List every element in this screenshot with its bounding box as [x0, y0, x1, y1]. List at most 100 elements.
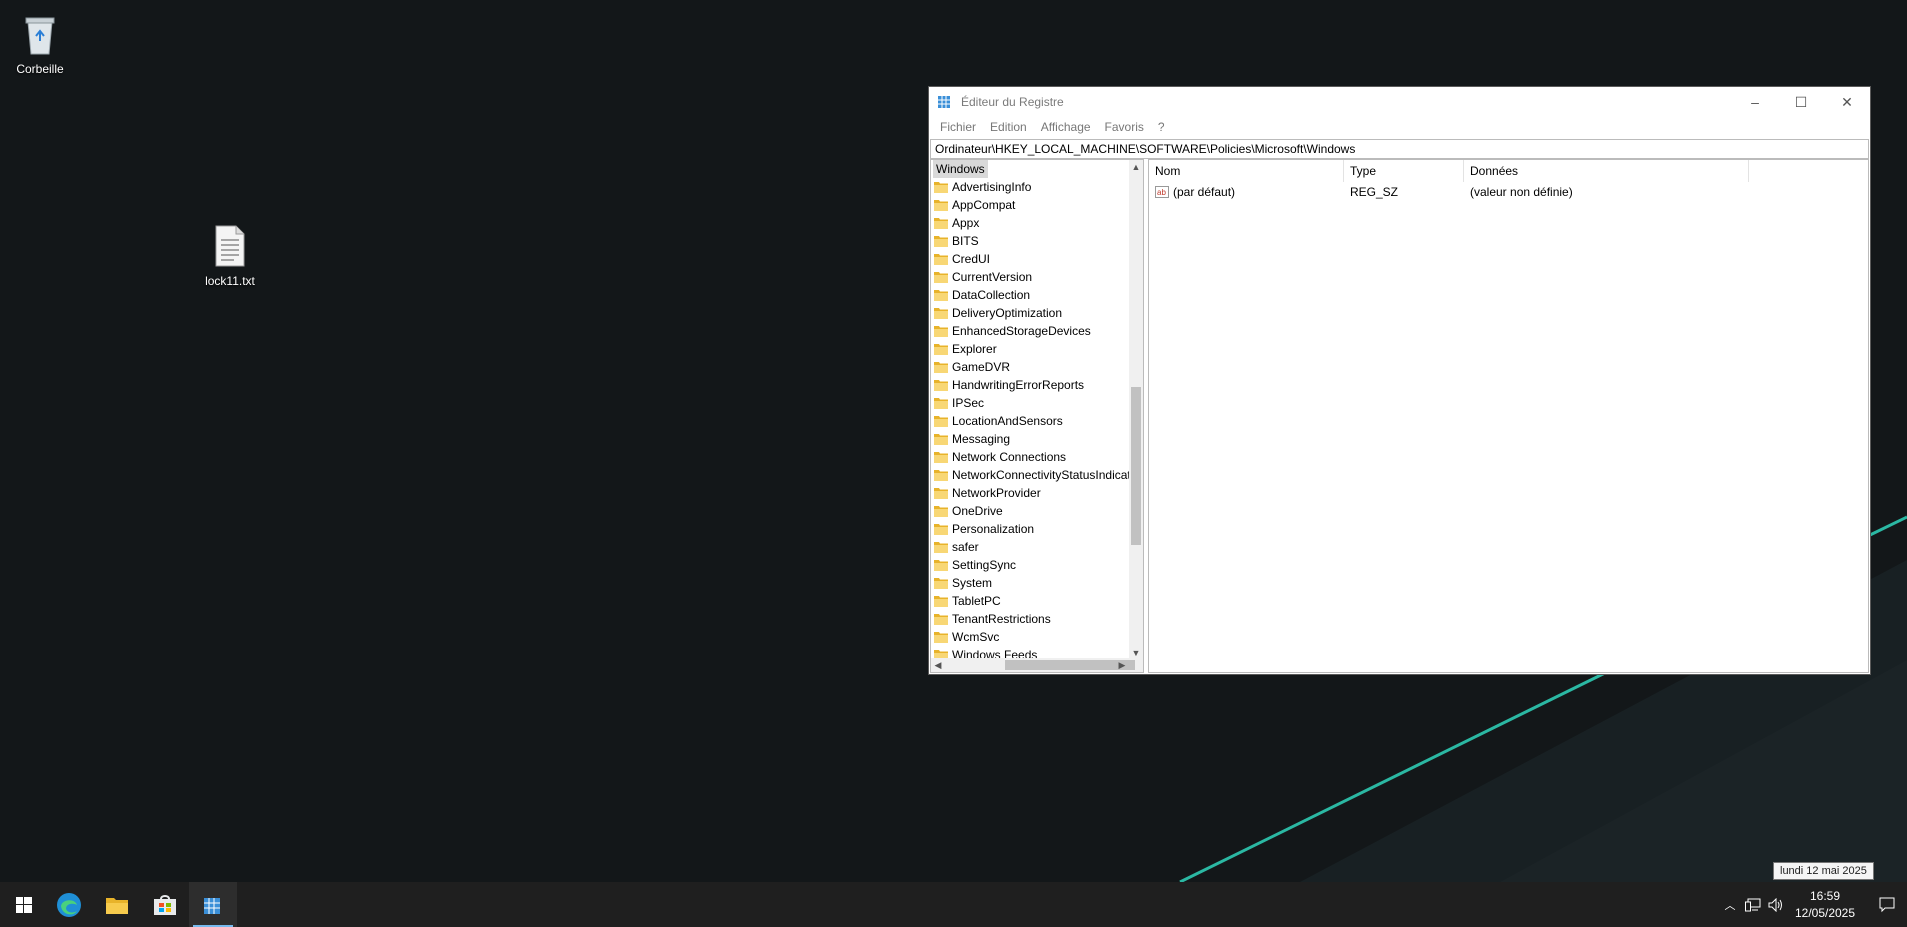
file-explorer-button[interactable]: [93, 882, 141, 927]
minimize-button[interactable]: –: [1732, 87, 1778, 117]
panes: Windows AdvertisingInfo AppCompat Appx BITS…: [930, 159, 1869, 673]
column-header-data[interactable]: Données: [1464, 160, 1749, 182]
menu-fichier[interactable]: Fichier: [933, 120, 983, 134]
tree-item[interactable]: IPSec: [931, 394, 1129, 412]
menu-edition[interactable]: Edition: [983, 120, 1034, 134]
key-tree: Windows AdvertisingInfo AppCompat Appx BITS…: [930, 159, 1144, 673]
tree-item[interactable]: Personalization: [931, 520, 1129, 538]
desktop-icon-recycle-bin[interactable]: Corbeille: [0, 10, 80, 76]
tree-item-label: TabletPC: [952, 594, 1001, 608]
tree-item[interactable]: Messaging: [931, 430, 1129, 448]
store-button[interactable]: [141, 882, 189, 927]
notifications-button[interactable]: [1867, 882, 1907, 927]
show-hidden-icons-button[interactable]: ︿: [1719, 882, 1741, 927]
string-value-icon: ab: [1155, 186, 1169, 198]
tree-items: AdvertisingInfo AppCompat Appx BITS CredUI Cu…: [931, 178, 1129, 660]
tree-item[interactable]: Explorer: [931, 340, 1129, 358]
tree-item[interactable]: CurrentVersion: [931, 268, 1129, 286]
tree-item[interactable]: WcmSvc: [931, 628, 1129, 646]
folder-icon: [934, 560, 948, 571]
tree-item-label: EnhancedStorageDevices: [952, 324, 1091, 338]
scroll-left-icon[interactable]: ◀: [931, 658, 945, 672]
tree-item[interactable]: Network Connections: [931, 448, 1129, 466]
tree-item[interactable]: AdvertisingInfo: [931, 178, 1129, 196]
start-icon: [16, 896, 32, 913]
tree-item[interactable]: TenantRestrictions: [931, 610, 1129, 628]
regedit-icon: [938, 96, 950, 108]
notification-icon: [1879, 897, 1895, 912]
folder-icon: [934, 308, 948, 319]
tree-item-label: DeliveryOptimization: [952, 306, 1063, 320]
tree-item[interactable]: System: [931, 574, 1129, 592]
tree-item-label: Messaging: [952, 432, 1011, 446]
tree-item-label: NetworkProvider: [952, 486, 1041, 500]
tree-item[interactable]: CredUI: [931, 250, 1129, 268]
scroll-thumb[interactable]: [1131, 387, 1141, 545]
menu-help[interactable]: ?: [1151, 120, 1172, 134]
regedit-taskbar-button[interactable]: [189, 882, 237, 927]
tree-item[interactable]: EnhancedStorageDevices: [931, 322, 1129, 340]
tree-item[interactable]: LocationAndSensors: [931, 412, 1129, 430]
edge-button[interactable]: [45, 882, 93, 927]
scroll-right-icon[interactable]: ▶: [1115, 658, 1129, 672]
close-button[interactable]: ✕: [1824, 87, 1870, 117]
tree-root-windows[interactable]: Windows: [933, 160, 988, 178]
network-tray-button[interactable]: [1741, 882, 1765, 927]
menu-affichage[interactable]: Affichage: [1034, 120, 1098, 134]
tree-item[interactable]: GameDVR: [931, 358, 1129, 376]
tree-item[interactable]: DeliveryOptimization: [931, 304, 1129, 322]
clock-date: 12/05/2025: [1794, 905, 1856, 920]
menu-favoris[interactable]: Favoris: [1098, 120, 1151, 134]
start-button[interactable]: [0, 882, 48, 927]
tree-vertical-scrollbar[interactable]: ▲ ▼: [1129, 160, 1143, 660]
tree-item-label: NetworkConnectivityStatusIndicator: [952, 468, 1129, 482]
folder-icon: [934, 452, 948, 463]
tree-item-label: HandwritingErrorReports: [952, 378, 1085, 392]
folder-icon: [934, 254, 948, 265]
tree-item[interactable]: Appx: [931, 214, 1129, 232]
folder-icon: [934, 506, 948, 517]
network-icon: [1745, 898, 1761, 911]
value-type: REG_SZ: [1350, 185, 1399, 199]
tree-item-label: DataCollection: [952, 288, 1031, 302]
folder-icon: [934, 488, 948, 499]
date-tooltip: lundi 12 mai 2025: [1773, 862, 1874, 880]
folder-icon: [934, 236, 948, 247]
tree-item-label: LocationAndSensors: [952, 414, 1063, 428]
desktop-icon-lock11-txt[interactable]: lock11.txt: [190, 222, 270, 288]
scroll-up-icon[interactable]: ▲: [1129, 160, 1143, 174]
table-row[interactable]: ab (par défaut) REG_SZ (valeur non défin…: [1149, 182, 1868, 202]
desktop-icon-label: Corbeille: [16, 62, 64, 76]
clock[interactable]: 16:59 12/05/2025: [1787, 882, 1863, 927]
tree-item[interactable]: DataCollection: [931, 286, 1129, 304]
maximize-button[interactable]: ☐: [1778, 87, 1824, 117]
tree-list: Windows AdvertisingInfo AppCompat Appx BITS…: [931, 160, 1129, 660]
folder-icon: [934, 542, 948, 553]
tree-item[interactable]: BITS: [931, 232, 1129, 250]
folder-icon: [934, 200, 948, 211]
folder-icon: [934, 434, 948, 445]
tree-item[interactable]: NetworkConnectivityStatusIndicator: [931, 466, 1129, 484]
title-bar[interactable]: Éditeur du Registre – ☐ ✕: [929, 87, 1870, 117]
tree-item[interactable]: SettingSync: [931, 556, 1129, 574]
tree-item-label: safer: [952, 540, 979, 554]
folder-icon: [934, 272, 948, 283]
tree-item[interactable]: AppCompat: [931, 196, 1129, 214]
recycle-bin-icon: [25, 17, 55, 55]
volume-tray-button[interactable]: [1765, 882, 1787, 927]
folder-icon: [934, 596, 948, 607]
column-header-name[interactable]: Nom: [1149, 160, 1344, 182]
tree-item[interactable]: NetworkProvider: [931, 484, 1129, 502]
tree-item[interactable]: TabletPC: [931, 592, 1129, 610]
column-header-type[interactable]: Type: [1344, 160, 1464, 182]
address-bar[interactable]: Ordinateur\HKEY_LOCAL_MACHINE\SOFTWARE\P…: [930, 139, 1869, 159]
tree-item-label: Network Connections: [952, 450, 1067, 464]
tree-item[interactable]: HandwritingErrorReports: [931, 376, 1129, 394]
tree-horizontal-scrollbar[interactable]: ◀ ▶: [931, 658, 1143, 672]
edge-icon: [57, 892, 81, 917]
tree-item[interactable]: OneDrive: [931, 502, 1129, 520]
folder-icon: [934, 344, 948, 355]
tree-item[interactable]: safer: [931, 538, 1129, 556]
folder-icon: [934, 362, 948, 373]
window-title: Éditeur du Registre: [961, 95, 1064, 109]
